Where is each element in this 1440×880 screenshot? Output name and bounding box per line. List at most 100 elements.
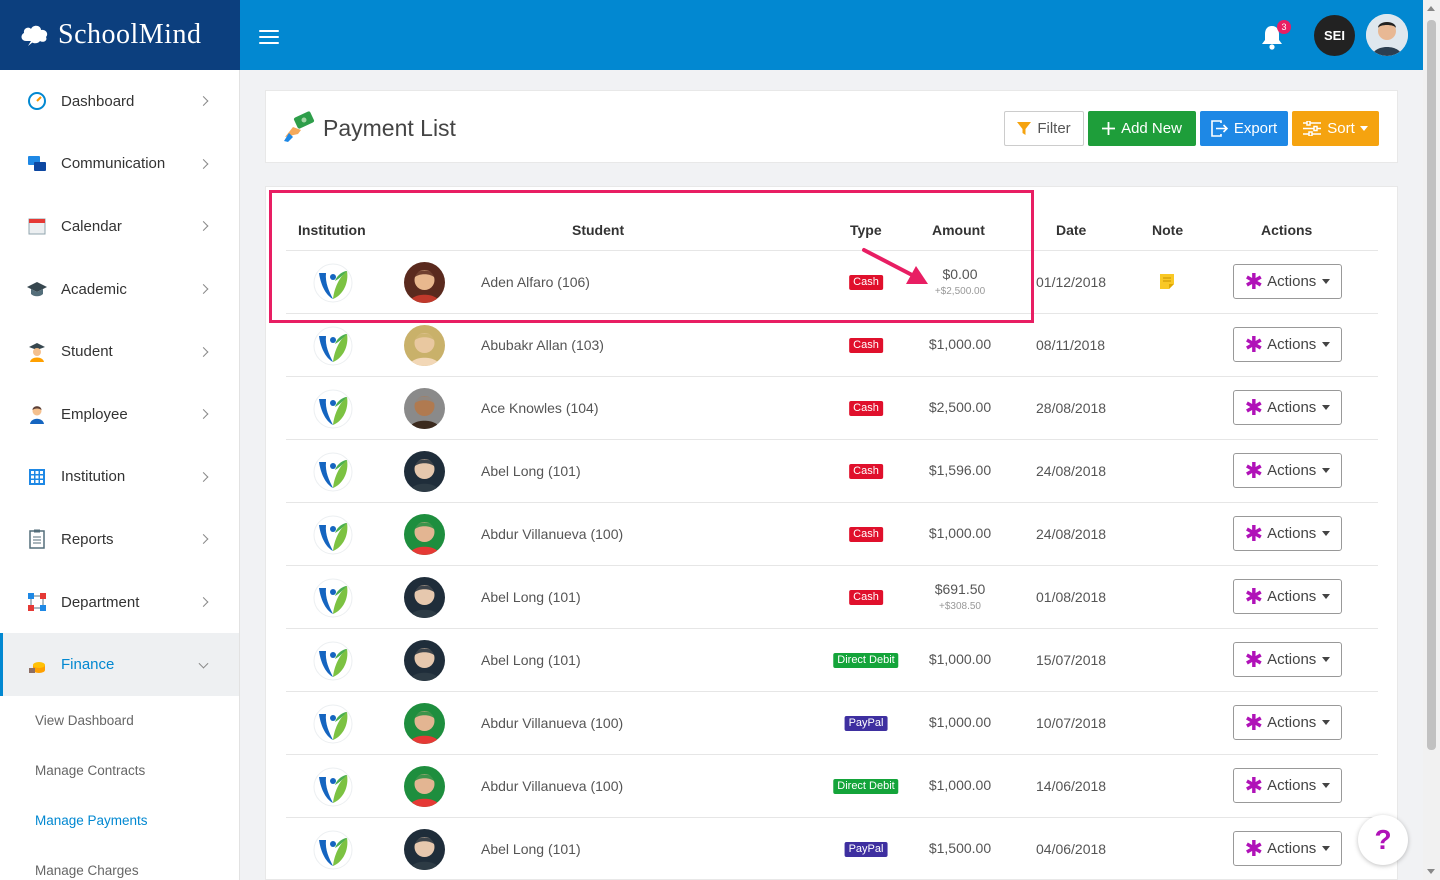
sidebar-item-reports[interactable]: Reports xyxy=(0,508,239,571)
chevron-right-icon xyxy=(198,158,209,169)
student-name[interactable]: Abel Long (101) xyxy=(481,566,581,629)
actions-dropdown-button[interactable]: ✱ Actions xyxy=(1233,705,1342,740)
payments-table: Institution Student Type Amount Date Not… xyxy=(265,186,1398,880)
student-name[interactable]: Abel Long (101) xyxy=(481,818,581,880)
actions-dropdown-button[interactable]: ✱ Actions xyxy=(1233,264,1342,299)
student-name[interactable]: Abel Long (101) xyxy=(481,440,581,503)
scroll-up-arrow-icon[interactable] xyxy=(1427,6,1435,11)
building-icon xyxy=(26,466,48,488)
subnav-manage-payments[interactable]: Manage Payments xyxy=(0,796,239,846)
actions-dropdown-button[interactable]: ✱ Actions xyxy=(1233,453,1342,488)
column-header-date[interactable]: Date xyxy=(1056,222,1086,238)
sidebar-item-department[interactable]: Department xyxy=(0,571,239,634)
student-avatar[interactable] xyxy=(404,451,445,492)
asterisk-icon: ✱ xyxy=(1244,772,1264,798)
notification-count-badge: 3 xyxy=(1277,20,1291,34)
payment-type-badge: Direct Debit xyxy=(833,653,899,668)
actions-dropdown-button[interactable]: ✱ Actions xyxy=(1233,516,1342,551)
student-name[interactable]: Abel Long (101) xyxy=(481,629,581,692)
actions-button-label: Actions xyxy=(1267,651,1317,668)
sidebar-item-finance[interactable]: Finance xyxy=(0,633,239,696)
coins-icon xyxy=(26,654,48,676)
student-name[interactable]: Abdur Villanueva (100) xyxy=(481,692,623,755)
payment-date: 01/08/2018 xyxy=(1036,589,1107,605)
sidebar-item-calendar[interactable]: Calendar xyxy=(0,195,239,258)
subnav-manage-contracts[interactable]: Manage Contracts xyxy=(0,746,239,796)
student-name[interactable]: Abubakr Allan (103) xyxy=(481,314,604,377)
scrollbar-thumb[interactable] xyxy=(1427,20,1436,750)
brain-cloud-icon xyxy=(21,25,48,46)
department-icon xyxy=(26,591,48,613)
sidebar-item-student[interactable]: Student xyxy=(0,320,239,383)
export-button[interactable]: Export xyxy=(1200,111,1288,146)
user-profile-avatar[interactable] xyxy=(1366,14,1408,56)
filter-button[interactable]: Filter xyxy=(1004,111,1084,146)
sticky-note-icon[interactable] xyxy=(1160,274,1174,289)
table-row: Abubakr Allan (103) Cash $1,000.00 08/11… xyxy=(286,314,1378,377)
asterisk-icon: ✱ xyxy=(1244,520,1264,546)
student-name[interactable]: Aden Alfaro (106) xyxy=(481,251,590,314)
actions-button-label: Actions xyxy=(1267,588,1317,605)
student-avatar[interactable] xyxy=(404,703,445,744)
table-row: Abel Long (101) Direct Debit $1,000.00 1… xyxy=(286,629,1378,692)
payment-date: 10/07/2018 xyxy=(1036,715,1107,731)
sidebar-item-employee[interactable]: Employee xyxy=(0,383,239,446)
student-name[interactable]: Abdur Villanueva (100) xyxy=(481,755,623,818)
sort-button[interactable]: Sort xyxy=(1292,111,1379,146)
payment-date: 04/06/2018 xyxy=(1036,841,1107,857)
student-avatar[interactable] xyxy=(404,577,445,618)
user-initials-avatar[interactable]: SEI xyxy=(1314,15,1355,56)
amount-value: $1,000.00 xyxy=(928,651,992,667)
sidebar-item-academic[interactable]: Academic xyxy=(0,258,239,321)
student-name[interactable]: Ace Knowles (104) xyxy=(481,377,599,440)
menu-toggle-icon[interactable] xyxy=(259,30,279,46)
calendar-icon xyxy=(26,215,48,237)
institution-logo-icon xyxy=(313,641,353,681)
student-avatar[interactable] xyxy=(404,514,445,555)
actions-dropdown-button[interactable]: ✱ Actions xyxy=(1233,642,1342,677)
table-row: Abel Long (101) Cash $1,596.00 24/08/201… xyxy=(286,440,1378,503)
asterisk-icon: ✱ xyxy=(1244,268,1264,294)
table-row: Abdur Villanueva (100) Cash $1,000.00 24… xyxy=(286,503,1378,566)
student-avatar[interactable] xyxy=(404,640,445,681)
column-header-note[interactable]: Note xyxy=(1152,222,1183,238)
column-header-amount[interactable]: Amount xyxy=(932,222,985,238)
actions-dropdown-button[interactable]: ✱ Actions xyxy=(1233,327,1342,362)
sidebar-item-institution[interactable]: Institution xyxy=(0,446,239,509)
student-avatar[interactable] xyxy=(404,325,445,366)
help-button[interactable]: ? xyxy=(1358,815,1408,865)
student-avatar[interactable] xyxy=(404,829,445,870)
sidebar-item-label: Employee xyxy=(61,405,128,423)
subnav-view-dashboard[interactable]: View Dashboard xyxy=(0,696,239,746)
scroll-down-arrow-icon[interactable] xyxy=(1427,869,1435,874)
column-header-student[interactable]: Student xyxy=(572,222,624,238)
student-name[interactable]: Abdur Villanueva (100) xyxy=(481,503,623,566)
actions-dropdown-button[interactable]: ✱ Actions xyxy=(1233,831,1342,866)
student-avatar[interactable] xyxy=(404,388,445,429)
column-header-institution[interactable]: Institution xyxy=(298,222,366,238)
add-new-button[interactable]: Add New xyxy=(1088,111,1196,146)
amount-cell: $0.00 +$2,500.00 xyxy=(896,266,1024,297)
institution-logo-icon xyxy=(313,326,353,366)
actions-dropdown-button[interactable]: ✱ Actions xyxy=(1233,390,1342,425)
sidebar-item-communication[interactable]: Communication xyxy=(0,133,239,196)
page-scrollbar[interactable] xyxy=(1423,0,1440,880)
subnav-manage-charges[interactable]: Manage Charges xyxy=(0,846,239,880)
actions-dropdown-button[interactable]: ✱ Actions xyxy=(1233,768,1342,803)
student-avatar[interactable] xyxy=(404,262,445,303)
actions-dropdown-button[interactable]: ✱ Actions xyxy=(1233,579,1342,614)
student-icon xyxy=(26,341,48,363)
column-header-type[interactable]: Type xyxy=(850,222,882,238)
actions-button-label: Actions xyxy=(1267,777,1317,794)
payment-type-badge: PayPal xyxy=(844,716,888,731)
student-avatar[interactable] xyxy=(404,766,445,807)
chevron-right-icon xyxy=(198,409,209,420)
payment-type-badge: Cash xyxy=(849,338,883,353)
asterisk-icon: ✱ xyxy=(1244,457,1264,483)
caret-down-icon xyxy=(1322,279,1331,284)
sidebar-item-dashboard[interactable]: Dashboard xyxy=(0,70,239,133)
chevron-right-icon xyxy=(198,534,209,545)
payment-type-badge: Cash xyxy=(849,527,883,542)
institution-logo-icon xyxy=(313,704,353,744)
brand[interactable]: SchoolMind xyxy=(0,0,240,70)
